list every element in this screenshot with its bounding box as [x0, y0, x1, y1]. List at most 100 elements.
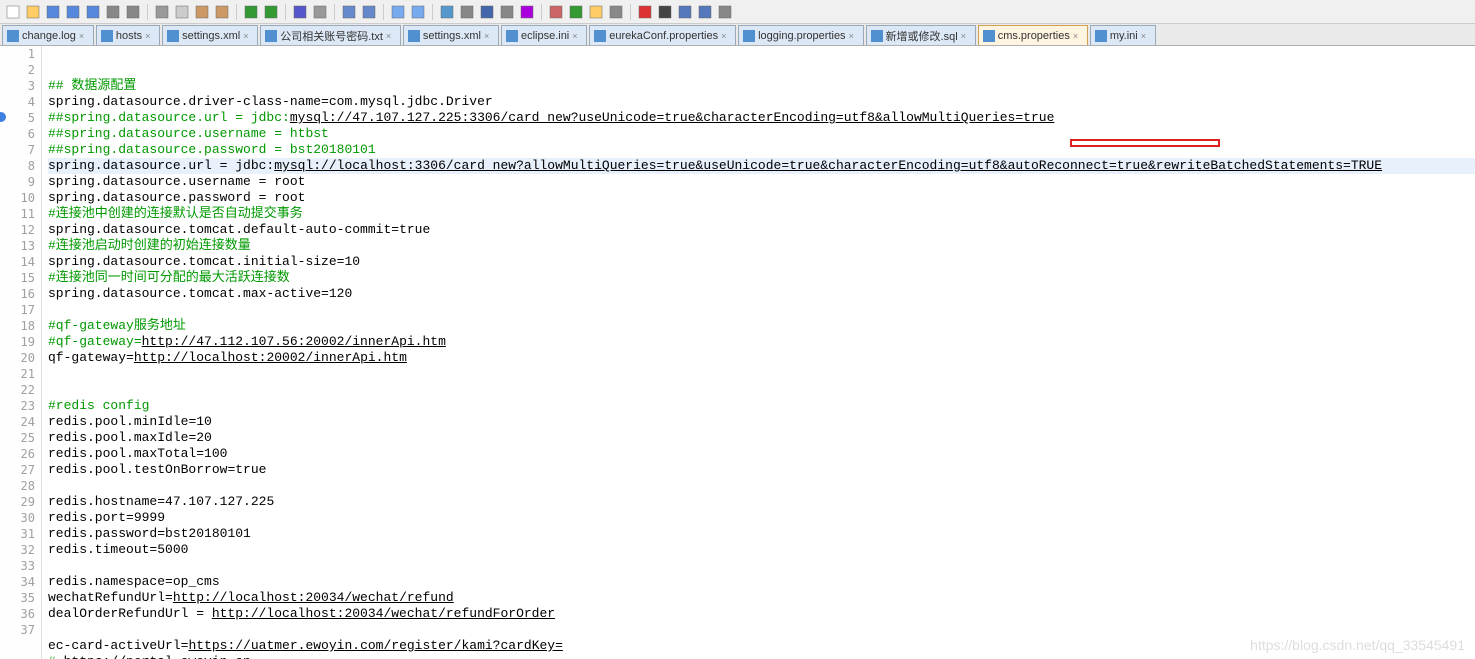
code-line[interactable]: #qf-gateway服务地址 [48, 318, 1475, 334]
save-as-button[interactable] [84, 3, 102, 21]
code-line[interactable]: redis.pool.minIdle=10 [48, 414, 1475, 430]
line-number: 20 [0, 350, 35, 366]
save-all-button[interactable] [64, 3, 82, 21]
code-line[interactable]: redis.hostname=47.107.127.225 [48, 494, 1475, 510]
stop-button[interactable] [656, 3, 674, 21]
code-line[interactable] [48, 366, 1475, 382]
cut-button[interactable] [153, 3, 171, 21]
indent-active-button[interactable] [478, 3, 496, 21]
print-preview-button[interactable] [124, 3, 142, 21]
editor: 1234567891011121314151617181920212223242… [0, 46, 1475, 659]
table-button[interactable] [311, 3, 329, 21]
code-line[interactable]: redis.pool.maxTotal=100 [48, 446, 1475, 462]
import-button[interactable] [716, 3, 734, 21]
code-area[interactable]: ## 数据源配置spring.datasource.driver-class-n… [42, 46, 1475, 659]
close-icon[interactable]: × [961, 31, 971, 41]
code-line[interactable]: spring.datasource.tomcat.max-active=120 [48, 286, 1475, 302]
save-button[interactable] [44, 3, 62, 21]
zoom-in-button[interactable] [340, 3, 358, 21]
code-line[interactable]: redis.pool.testOnBorrow=true [48, 462, 1475, 478]
close-icon[interactable]: × [849, 31, 859, 41]
code-line[interactable]: ## 数据源配置 [48, 78, 1475, 94]
print-button[interactable] [104, 3, 122, 21]
tab-hosts[interactable]: hosts× [96, 25, 160, 45]
folder-button[interactable] [587, 3, 605, 21]
tab-eurekaConf-properties[interactable]: eurekaConf.properties× [589, 25, 736, 45]
code-line[interactable]: redis.password=bst20180101 [48, 526, 1475, 542]
eye-button[interactable] [607, 3, 625, 21]
tab-label: hosts [116, 30, 142, 42]
toolbar-separator [147, 4, 148, 20]
code-line[interactable]: #连接池启动时创建的初始连接数量 [48, 238, 1475, 254]
code-line[interactable] [48, 382, 1475, 398]
compare-button[interactable] [389, 3, 407, 21]
copy-button[interactable] [173, 3, 191, 21]
tab--txt[interactable]: 公司相关账号密码.txt× [260, 25, 401, 45]
tab-my-ini[interactable]: my.ini× [1090, 25, 1156, 45]
close-icon[interactable]: × [1073, 31, 1083, 41]
tab-settings-xml[interactable]: settings.xml× [162, 25, 258, 45]
code-line[interactable]: redis.timeout=5000 [48, 542, 1475, 558]
tab-cms-properties[interactable]: cms.properties× [978, 25, 1088, 45]
code-line[interactable]: # https://portal.ewoyin.cn [48, 654, 1475, 659]
close-icon[interactable]: × [79, 31, 89, 41]
spell-button[interactable] [567, 3, 585, 21]
zoom-out-button[interactable] [360, 3, 378, 21]
code-line[interactable]: redis.port=9999 [48, 510, 1475, 526]
code-line[interactable]: spring.datasource.password = root [48, 190, 1475, 206]
tab-eclipse-ini[interactable]: eclipse.ini× [501, 25, 587, 45]
paste-button[interactable] [193, 3, 211, 21]
paste-append-button[interactable] [213, 3, 231, 21]
close-icon[interactable]: × [1141, 31, 1151, 41]
code-line[interactable]: #redis config [48, 398, 1475, 414]
code-line[interactable]: #连接池同一时间可分配的最大活跃连接数 [48, 270, 1475, 286]
format-button[interactable] [547, 3, 565, 21]
code-line[interactable] [48, 478, 1475, 494]
close-icon[interactable]: × [145, 31, 155, 41]
close-icon[interactable]: × [572, 31, 582, 41]
code-line[interactable]: spring.datasource.tomcat.initial-size=10 [48, 254, 1475, 270]
code-line[interactable]: qf-gateway=http://localhost:20002/innerA… [48, 350, 1475, 366]
open-button[interactable] [24, 3, 42, 21]
code-line[interactable]: ##spring.datasource.password = bst201801… [48, 142, 1475, 158]
code-line[interactable] [48, 622, 1475, 638]
close-icon[interactable]: × [721, 31, 731, 41]
code-line[interactable]: ##spring.datasource.url = jdbc:mysql://4… [48, 110, 1475, 126]
close-icon[interactable]: × [243, 31, 253, 41]
line-number: 22 [0, 382, 35, 398]
tab-settings-xml[interactable]: settings.xml× [403, 25, 499, 45]
code-line[interactable]: ##spring.datasource.username = htbst [48, 126, 1475, 142]
code-line[interactable]: spring.datasource.tomcat.default-auto-co… [48, 222, 1475, 238]
tab--sql[interactable]: 新增或修改.sql× [866, 25, 976, 45]
new-file-button[interactable] [4, 3, 22, 21]
redo-button[interactable] [262, 3, 280, 21]
close-icon[interactable]: × [386, 31, 396, 41]
code-line[interactable]: wechatRefundUrl=http://localhost:20034/w… [48, 590, 1475, 606]
link-button[interactable] [291, 3, 309, 21]
code-line[interactable]: #连接池中创建的连接默认是否自动提交事务 [48, 206, 1475, 222]
step-button[interactable] [676, 3, 694, 21]
code-line[interactable]: redis.namespace=op_cms [48, 574, 1475, 590]
indent-left-button[interactable] [438, 3, 456, 21]
code-line[interactable]: spring.datasource.url = jdbc:mysql://loc… [48, 158, 1475, 174]
tab-logging-properties[interactable]: logging.properties× [738, 25, 863, 45]
code-line[interactable] [48, 558, 1475, 574]
sort-button[interactable] [518, 3, 536, 21]
toolbar-separator [285, 4, 286, 20]
code-line[interactable]: spring.datasource.driver-class-name=com.… [48, 94, 1475, 110]
code-line[interactable]: dealOrderRefundUrl = http://localhost:20… [48, 606, 1475, 622]
merge-button[interactable] [409, 3, 427, 21]
code-line[interactable] [48, 302, 1475, 318]
record-button[interactable] [636, 3, 654, 21]
code-button[interactable] [498, 3, 516, 21]
code-line[interactable]: spring.datasource.username = root [48, 174, 1475, 190]
line-number: 11 [0, 206, 35, 222]
code-line[interactable]: #qf-gateway=http://47.112.107.56:20002/i… [48, 334, 1475, 350]
breakpoint-marker[interactable] [0, 112, 6, 122]
code-line[interactable]: redis.pool.maxIdle=20 [48, 430, 1475, 446]
tab-change-log[interactable]: change.log× [2, 25, 94, 45]
undo-button[interactable] [242, 3, 260, 21]
paragraph-button[interactable] [458, 3, 476, 21]
close-icon[interactable]: × [484, 31, 494, 41]
play-button[interactable] [696, 3, 714, 21]
